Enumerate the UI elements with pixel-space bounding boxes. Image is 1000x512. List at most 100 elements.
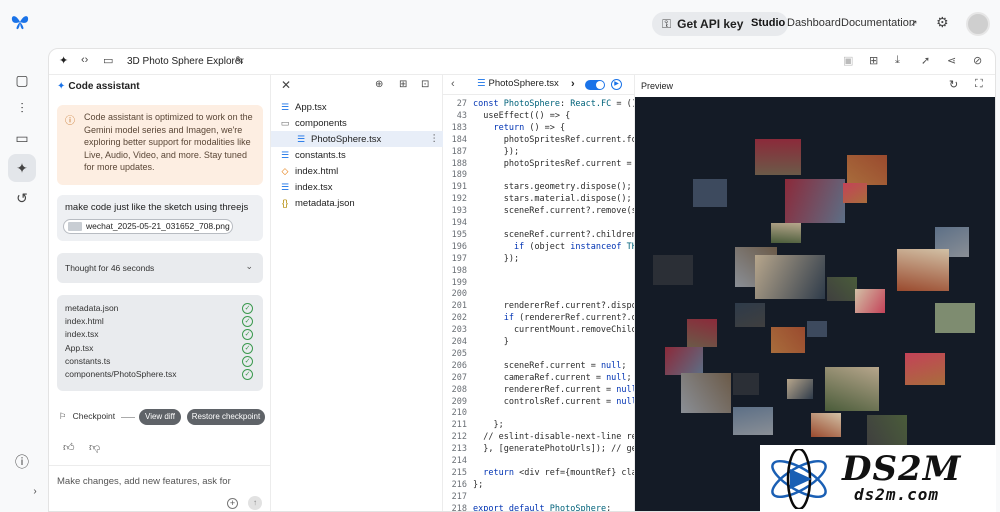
studio-link[interactable]: Studio xyxy=(751,17,785,29)
photo-thumbnail[interactable] xyxy=(787,379,813,399)
sparkle-icon[interactable]: ✦ xyxy=(59,54,68,67)
share-icon[interactable]: ⋖ xyxy=(947,54,956,67)
code-editor[interactable]: ‹ ☰ PhotoSphere.tsx › ▶ 27 43 183 184 187 188 1… xyxy=(443,75,635,511)
stream-icon[interactable]: ▭ xyxy=(12,128,32,148)
gear-icon[interactable]: ⚙ xyxy=(936,14,949,31)
forward-chevron-icon[interactable]: › xyxy=(571,78,575,90)
photo-thumbnail[interactable] xyxy=(733,373,759,395)
autosave-toggle[interactable] xyxy=(585,80,605,90)
line-number: 189 xyxy=(451,170,467,181)
add-attachment-icon[interactable]: + xyxy=(227,498,238,509)
expand-chevron-icon[interactable]: › xyxy=(28,482,42,502)
photo-thumbnail[interactable] xyxy=(733,407,773,435)
photo-thumbnail[interactable] xyxy=(665,347,703,375)
code-lines[interactable]: const PhotoSphere: React.FC = () => useE… xyxy=(473,97,635,511)
add-to-drive-icon[interactable]: ⊞ xyxy=(869,54,878,67)
photo-thumbnail[interactable] xyxy=(847,155,887,185)
photo-thumbnail[interactable] xyxy=(827,277,857,301)
code-line: stars.geometry.dispose(); xyxy=(473,182,632,193)
thought-summary[interactable]: Thought for 46 seconds ⌄ xyxy=(57,253,263,283)
sparkle-icon: ✦ xyxy=(57,81,66,92)
code-line: } xyxy=(473,337,509,347)
save-icon[interactable]: ▣ xyxy=(843,54,853,67)
photo-thumbnail[interactable] xyxy=(687,319,717,347)
new-file-plus-icon[interactable]: ⊞ xyxy=(399,79,407,90)
file-icon: ☰ xyxy=(296,134,306,144)
photo-thumbnail[interactable] xyxy=(653,255,693,285)
dashboard-link[interactable]: Dashboard xyxy=(787,17,841,29)
code-icon[interactable]: ‹› xyxy=(81,54,88,66)
photo-thumbnail[interactable] xyxy=(811,413,841,437)
attachment-chip[interactable]: wechat_2025-05-21_031652_708.png xyxy=(63,219,233,234)
butterfly-logo-icon[interactable] xyxy=(10,12,30,32)
photo-thumbnail[interactable] xyxy=(935,303,975,333)
tab-photosphere[interactable]: ☰ PhotoSphere.tsx xyxy=(477,78,559,89)
view-diff-button[interactable]: View diff xyxy=(139,409,181,425)
code-line: cameraRef.current = null; xyxy=(473,372,632,383)
info-icon[interactable]: ⓘ xyxy=(12,452,32,472)
thumbs-down-icon[interactable]: 👎︎ xyxy=(89,441,100,454)
photo-thumbnail[interactable] xyxy=(771,223,801,243)
photo-thumbnail[interactable] xyxy=(855,289,885,313)
hide-icon[interactable]: ⊘ xyxy=(973,54,982,67)
new-folder-icon[interactable]: ⊡ xyxy=(421,79,429,90)
file-icon: {} xyxy=(281,198,288,208)
back-chevron-icon[interactable]: ‹ xyxy=(451,78,455,90)
file-tree-item[interactable]: ▭ components xyxy=(271,115,443,131)
preview-header: Preview ↻ ⛶ xyxy=(635,75,995,97)
history-icon[interactable]: ↺ xyxy=(12,188,32,208)
preview-title: Preview xyxy=(641,81,674,91)
device-icon[interactable]: ▭ xyxy=(103,54,113,67)
edit-pencil-icon[interactable]: ✎ xyxy=(235,54,244,67)
code-line: photoSpritesRef.current = []; xyxy=(473,158,635,169)
photo-thumbnail[interactable] xyxy=(755,139,801,175)
file-tree-item[interactable]: ☰ App.tsx xyxy=(271,99,443,115)
download-icon[interactable]: ⤓ xyxy=(895,54,900,67)
thumbs-up-icon[interactable]: 👍︎ xyxy=(63,441,75,454)
file-tree-item[interactable]: ☰ PhotoSphere.tsx ⋮ xyxy=(271,131,443,147)
key-icon: ⚿ xyxy=(662,17,672,31)
documentation-link[interactable]: Documentation xyxy=(841,17,915,29)
photo-thumbnail[interactable] xyxy=(905,353,945,385)
file-tree-item[interactable]: ☰ constants.ts xyxy=(271,147,443,163)
new-file-icon[interactable]: ⊕ xyxy=(375,79,383,90)
code-line: }; xyxy=(473,479,484,490)
photo-thumbnail[interactable] xyxy=(755,255,825,299)
build-icon[interactable]: ✦ xyxy=(8,154,36,182)
restore-checkpoint-button[interactable]: Restore checkpoint xyxy=(187,409,265,425)
photo-thumbnail[interactable] xyxy=(681,373,731,413)
file-tree-item[interactable]: ◇ index.html xyxy=(271,163,443,179)
photo-thumbnail[interactable] xyxy=(897,249,949,291)
refresh-icon[interactable]: ↻ xyxy=(949,78,958,91)
photo-thumbnail[interactable] xyxy=(785,179,845,223)
chat-icon[interactable]: ▢ xyxy=(12,70,32,90)
file-name: metadata.json xyxy=(65,303,119,313)
code-assistant-panel: ✦ Code assistant ⓘ Code assistant is opti… xyxy=(49,75,271,511)
audio-icon[interactable]: ⫶ xyxy=(12,98,32,118)
line-number: 196 xyxy=(451,241,467,252)
photo-thumbnail[interactable] xyxy=(867,415,907,445)
photo-thumbnail[interactable] xyxy=(771,327,805,353)
avatar[interactable] xyxy=(966,12,990,36)
attachment-name: wechat_2025-05-21_031652_708.png xyxy=(86,221,230,231)
line-number: 202 xyxy=(451,313,467,324)
prompt-input-placeholder: Make changes, add new features, ask for xyxy=(57,476,231,487)
file-tree-item[interactable]: {} metadata.json xyxy=(271,195,443,211)
prompt-input[interactable]: Make changes, add new features, ask for … xyxy=(49,465,271,511)
code-line: controlsRef.current = null; xyxy=(473,396,635,407)
line-number: 207 xyxy=(451,372,467,383)
more-options-icon[interactable]: ⋮ xyxy=(430,131,440,147)
photo-thumbnail[interactable] xyxy=(825,367,879,411)
photo-thumbnail[interactable] xyxy=(843,183,867,203)
file-tree-toolbar: ✕ ⊕ ⊞ ⊡ xyxy=(271,75,443,97)
photo-thumbnail[interactable] xyxy=(693,179,727,207)
code-line: currentMount.removeChild(r xyxy=(473,325,635,336)
deploy-rocket-icon[interactable]: ➚ xyxy=(921,54,930,67)
file-tree-item[interactable]: ☰ index.tsx xyxy=(271,179,443,195)
close-icon[interactable]: ✕ xyxy=(281,78,291,92)
photo-thumbnail[interactable] xyxy=(735,303,765,327)
photo-thumbnail[interactable] xyxy=(807,321,827,337)
play-icon[interactable]: ▶ xyxy=(611,79,622,90)
fullscreen-icon[interactable]: ⛶ xyxy=(975,78,983,91)
send-arrow-icon[interactable]: ↑ xyxy=(248,496,262,510)
